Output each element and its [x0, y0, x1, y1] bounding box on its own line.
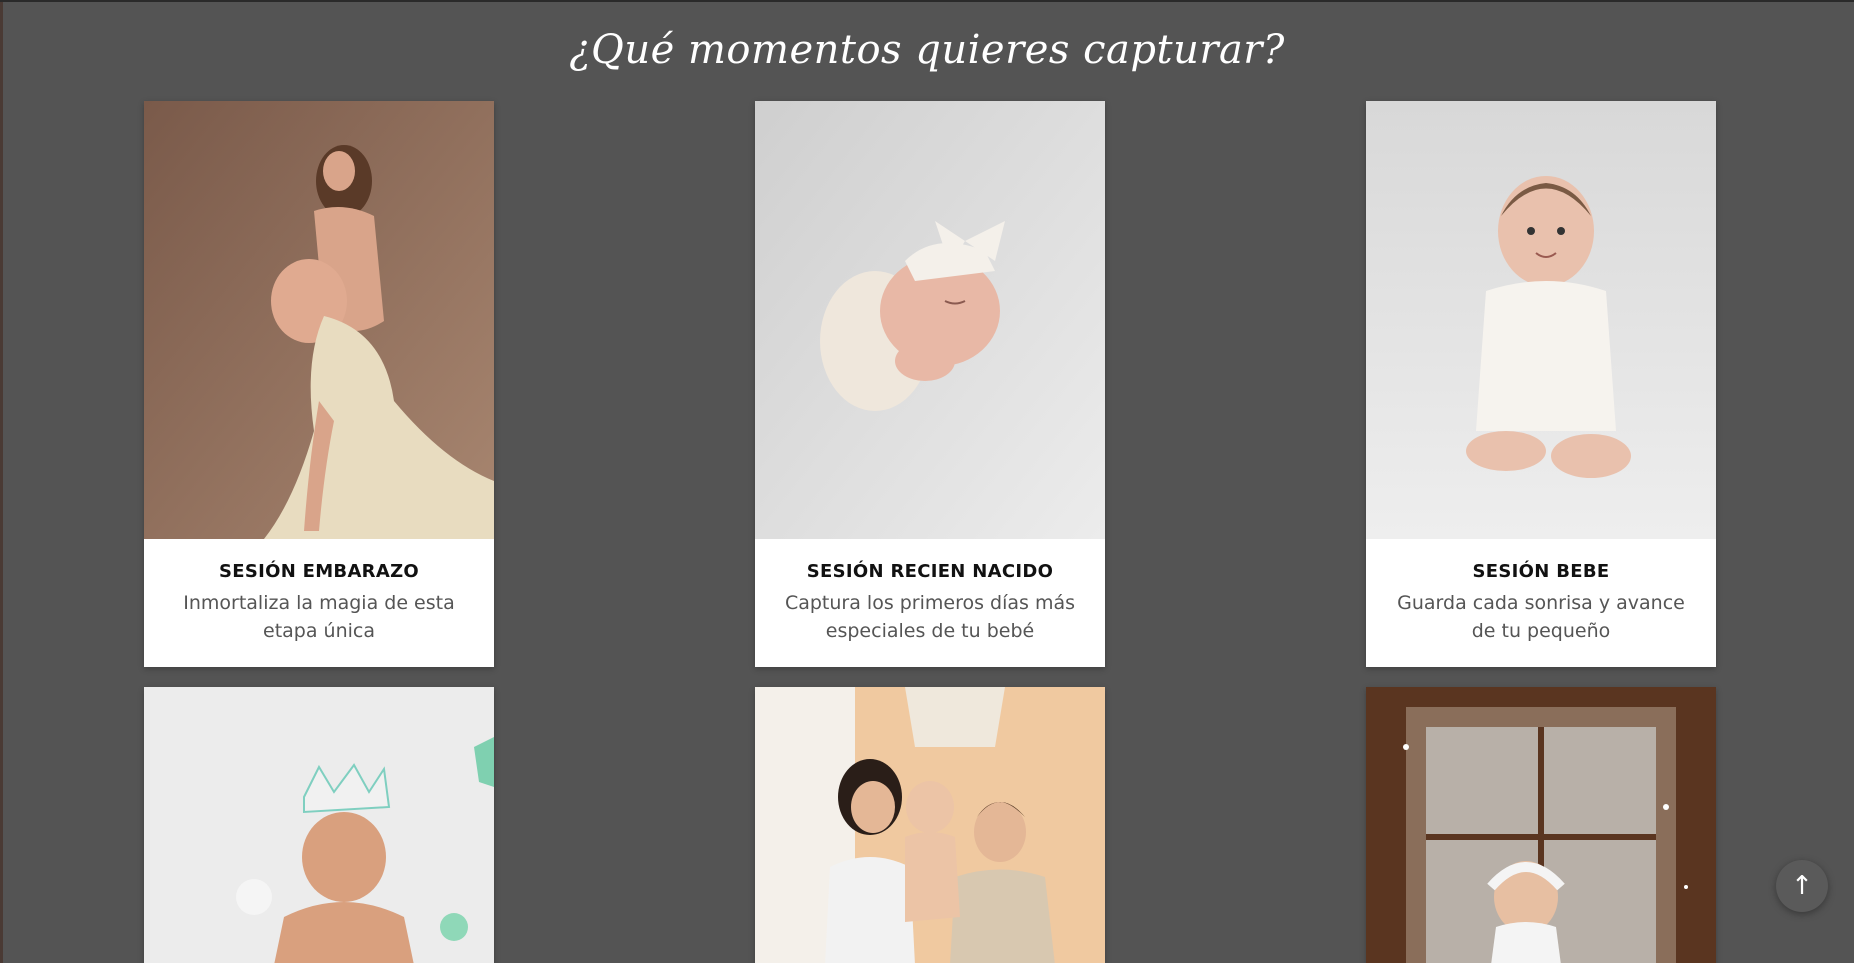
card-smash-cake[interactable]	[144, 687, 494, 963]
card-description: Captura los primeros días más especiales…	[784, 592, 1076, 642]
left-edge-strip	[0, 2, 3, 963]
card-title: SESIÓN EMBARAZO	[218, 561, 420, 582]
arrow-up-icon: ↑	[1791, 871, 1813, 901]
card-newborn[interactable]: SESIÓN RECIEN NACIDO Captura los primero…	[755, 101, 1105, 667]
card-description: Inmortaliza la magia de esta etapa única	[183, 592, 455, 642]
card-maternity[interactable]: SESIÓN EMBARAZO Inmortaliza la magia de …	[144, 101, 494, 667]
card-christmas[interactable]	[1366, 687, 1716, 963]
baby-photo[interactable]	[1366, 101, 1716, 539]
card-title: SESIÓN BEBE	[1472, 561, 1610, 582]
section-title: ¿Qué momentos quieres capturar?	[569, 27, 1285, 73]
card-caption: SESIÓN BEBE Guarda cada sonrisa y avance…	[1366, 539, 1716, 667]
card-family[interactable]	[755, 687, 1105, 963]
maternity-photo[interactable]	[144, 101, 494, 539]
card-description: Guarda cada sonrisa y avance de tu peque…	[1397, 592, 1685, 642]
christmas-photo[interactable]	[1366, 687, 1716, 963]
scroll-to-top-button[interactable]: ↑	[1776, 860, 1828, 912]
card-title: SESIÓN RECIEN NACIDO	[806, 561, 1054, 582]
card-caption: SESIÓN RECIEN NACIDO Captura los primero…	[755, 539, 1105, 667]
card-baby[interactable]: SESIÓN BEBE Guarda cada sonrisa y avance…	[1366, 101, 1716, 667]
family-photo[interactable]	[755, 687, 1105, 963]
card-caption: SESIÓN EMBARAZO Inmortaliza la magia de …	[144, 539, 494, 667]
smash-cake-photo[interactable]	[144, 687, 494, 963]
newborn-photo[interactable]	[755, 101, 1105, 539]
page: ¿Qué momentos quieres capturar? SESIÓN E…	[0, 0, 1854, 963]
